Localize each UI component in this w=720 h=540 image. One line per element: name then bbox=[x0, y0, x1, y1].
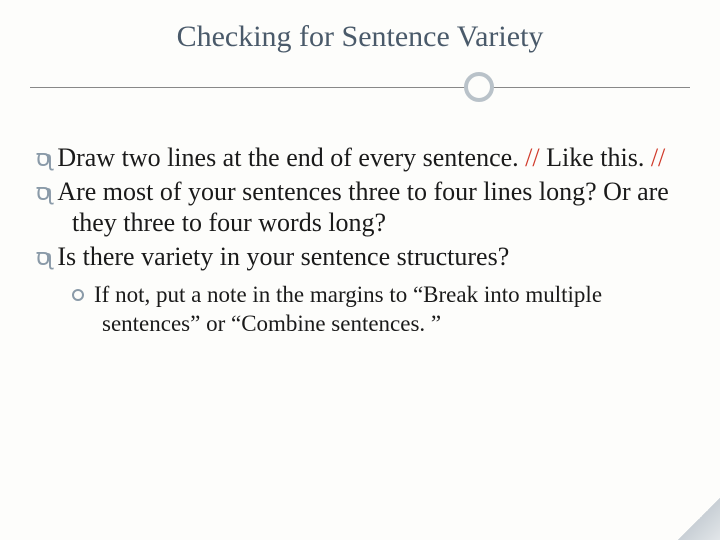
page-curl-icon bbox=[678, 498, 720, 540]
bullet-3-text: Is there variety in your sentence struct… bbox=[57, 242, 509, 271]
bullet-3: סʅ Is there variety in your sentence stru… bbox=[36, 241, 684, 273]
content-area: סʅ Draw two lines at the end of every sen… bbox=[30, 142, 690, 338]
swirl-bullet-icon: סʅ bbox=[36, 180, 49, 205]
divider bbox=[30, 72, 690, 102]
bullet-2: סʅ Are most of your sentences three to fo… bbox=[36, 176, 684, 239]
bullet-2-text: Are most of your sentences three to four… bbox=[57, 177, 669, 238]
sub-bullet-1-text: If not, put a note in the margins to “Br… bbox=[94, 282, 602, 336]
swirl-bullet-icon: סʅ bbox=[36, 146, 49, 171]
slide: Checking for Sentence Variety סʅ Draw two… bbox=[0, 0, 720, 540]
swirl-bullet-icon: סʅ bbox=[36, 245, 49, 270]
divider-line bbox=[30, 87, 690, 88]
bullet-1-red-a: // bbox=[525, 143, 539, 172]
bullet-1-text-a: Draw two lines at the end of every sente… bbox=[57, 143, 525, 172]
bullet-1: סʅ Draw two lines at the end of every sen… bbox=[36, 142, 684, 174]
divider-circle-icon bbox=[464, 72, 494, 102]
sub-bullet-1: If not, put a note in the margins to “Br… bbox=[36, 281, 684, 339]
bullet-1-red-b: // bbox=[651, 143, 665, 172]
hollow-circle-bullet-icon bbox=[72, 289, 84, 301]
title-area: Checking for Sentence Variety bbox=[30, 20, 690, 102]
bullet-1-text-b: Like this. bbox=[540, 143, 651, 172]
